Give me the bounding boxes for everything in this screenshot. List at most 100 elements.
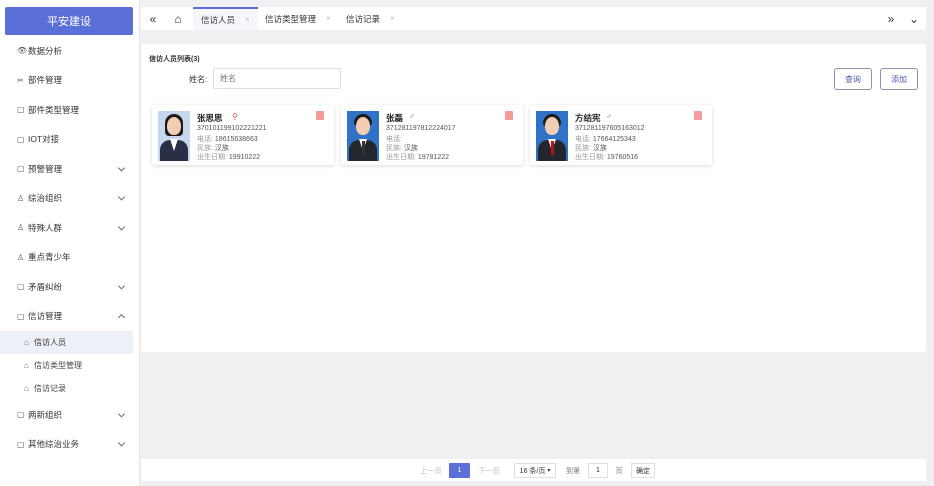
- sidebar-item-label: 特殊人群: [28, 222, 63, 233]
- tab-petition-people[interactable]: 信访人员 ×: [193, 7, 258, 30]
- sidebar-item-data-analysis[interactable]: 👁 数据分析: [0, 36, 133, 66]
- document-icon: ▢: [17, 410, 25, 420]
- person-id: 370101199102221221: [197, 125, 267, 132]
- sidebar-item-petition-management[interactable]: ▢ 信访管理: [0, 302, 133, 332]
- search-icon[interactable]: ⚲: [232, 112, 238, 121]
- sidebar-subitem-label: 信访记录: [34, 384, 66, 393]
- sidebar-item-label: 预警管理: [28, 163, 63, 174]
- goto-page-input[interactable]: 1: [588, 463, 608, 478]
- sidebar-item-disputes[interactable]: ▢ 矛盾纠纷: [0, 272, 133, 302]
- home-icon: ⌂: [24, 338, 29, 347]
- person-birth: 出生日期: 19760516: [575, 154, 639, 161]
- goto-confirm-button[interactable]: 确定: [631, 463, 655, 478]
- tab-label: 信访人员: [201, 14, 236, 25]
- tab-petition-records[interactable]: 信访记录 ×: [346, 7, 395, 30]
- user-icon: ♙: [17, 252, 25, 262]
- sidebar-item-label: 其他综治业务: [28, 439, 80, 450]
- delete-icon[interactable]: [316, 111, 324, 120]
- sidebar-subitem-petition-people[interactable]: ⌂ 信访人员: [0, 331, 133, 354]
- goto-label: 到第: [566, 467, 580, 475]
- gender-male-icon[interactable]: ♂: [409, 112, 415, 121]
- chevron-up-icon: [117, 314, 126, 322]
- eye-icon: 👁: [17, 46, 28, 56]
- chevron-down-icon: [117, 410, 126, 418]
- document-icon: ▢: [17, 439, 25, 449]
- delete-icon[interactable]: [505, 111, 513, 120]
- sidebar-item-label: 部件管理: [28, 75, 63, 86]
- sidebar-item-label: 数据分析: [28, 45, 63, 56]
- tab-label: 信访类型管理: [265, 13, 317, 24]
- chevron-down-icon: ▾: [547, 468, 551, 474]
- sidebar-item-other-business[interactable]: ▢ 其他综治业务: [0, 430, 133, 460]
- prev-page-button[interactable]: 上一页: [417, 463, 445, 478]
- sidebar-item-new-organizations[interactable]: ▢ 两新组织: [0, 400, 133, 430]
- name-search-input[interactable]: [213, 68, 341, 89]
- home-icon: ⌂: [24, 361, 29, 370]
- close-icon[interactable]: ×: [245, 15, 250, 24]
- person-card[interactable]: 张磊 ♂ 371281197812224017 电话: 民族: 汉族 出生日期:…: [341, 105, 523, 165]
- sidebar-item-label: 两新组织: [28, 409, 63, 420]
- sidebar-item-label: 综治组织: [28, 193, 63, 204]
- tab-bar: « ⌂ 信访人员 × 信访类型管理 × 信访记录 × » ⌄: [141, 7, 926, 30]
- sidebar-item-iot[interactable]: ▢ IOT对接: [0, 125, 133, 155]
- document-icon: ▢: [17, 105, 25, 115]
- close-icon[interactable]: ×: [326, 14, 331, 23]
- add-button[interactable]: 添加: [880, 68, 918, 90]
- document-icon: ▢: [17, 282, 25, 292]
- document-icon: ▢: [17, 164, 25, 174]
- pagination: 上一页 1 下一页 16 条/页 ▾ 到第 1 页 确定: [141, 459, 926, 481]
- sidebar: 平安建设 👁 数据分析 ✂ 部件管理 ▢ 部件类型管理 ▢ IOT对接 ▢ 预警…: [0, 0, 140, 486]
- tabs-scroll-left-icon[interactable]: «: [144, 7, 162, 30]
- sidebar-item-alerts[interactable]: ▢ 预警管理: [0, 154, 133, 184]
- document-icon: ▢: [17, 311, 25, 321]
- avatar: [158, 111, 190, 161]
- close-icon[interactable]: ×: [390, 14, 395, 23]
- page-number-current[interactable]: 1: [449, 463, 470, 478]
- gender-male-icon[interactable]: ♂: [606, 112, 612, 121]
- delete-icon[interactable]: [694, 111, 702, 120]
- main-panel: 信访人员列表(3) 姓名: 查询 添加 张思思 ⚲ 37010119910222…: [141, 44, 926, 352]
- avatar: [347, 111, 379, 161]
- person-card[interactable]: 张思思 ⚲ 370101199102221221 电话: 18615638663…: [152, 105, 334, 165]
- chevron-down-icon[interactable]: ⌄: [905, 7, 923, 30]
- sidebar-item-parts[interactable]: ✂ 部件管理: [0, 66, 133, 96]
- chevron-down-icon: [117, 164, 126, 172]
- person-id: 371281197605163012: [575, 125, 645, 132]
- sidebar-item-label: 部件类型管理: [28, 104, 80, 115]
- sidebar-item-label: 矛盾纠纷: [28, 281, 63, 292]
- person-name: 方结宪: [575, 113, 601, 123]
- sidebar-item-special-groups[interactable]: ♙ 特殊人群: [0, 213, 133, 243]
- chevron-down-icon: [117, 223, 126, 231]
- person-birth: 出生日期: 19910222: [197, 154, 261, 161]
- user-icon: ♙: [17, 193, 25, 203]
- person-name: 张思思: [197, 113, 223, 123]
- sidebar-item-label: 信访管理: [28, 311, 63, 322]
- user-icon: ♙: [17, 223, 25, 233]
- person-id: 371281197812224017: [386, 125, 456, 132]
- tab-petition-types[interactable]: 信访类型管理 ×: [265, 7, 331, 30]
- home-icon: ⌂: [24, 384, 29, 393]
- tabs-scroll-right-icon[interactable]: »: [882, 7, 900, 30]
- query-button[interactable]: 查询: [834, 68, 872, 90]
- person-card[interactable]: 方结宪 ♂ 371281197605163012 电话: 17664125343…: [530, 105, 712, 165]
- page-unit-label: 页: [615, 467, 623, 475]
- next-page-button[interactable]: 下一页: [475, 463, 503, 478]
- page-size-select[interactable]: 16 条/页 ▾: [514, 463, 556, 478]
- scissors-icon: ✂: [17, 75, 24, 85]
- sidebar-item-youth[interactable]: ♙ 重点青少年: [0, 243, 133, 273]
- home-icon[interactable]: ⌂: [169, 7, 187, 30]
- sidebar-item-organizations[interactable]: ♙ 综治组织: [0, 184, 133, 214]
- chevron-down-icon: [117, 439, 126, 447]
- sidebar-subitem-label: 信访类型管理: [34, 361, 82, 370]
- brand-logo: 平安建设: [5, 7, 133, 35]
- sidebar-subitem-label: 信访人员: [34, 338, 66, 347]
- name-label: 姓名:: [189, 75, 208, 84]
- sidebar-menu: 👁 数据分析 ✂ 部件管理 ▢ 部件类型管理 ▢ IOT对接 ▢ 预警管理 ♙ …: [0, 36, 133, 459]
- person-name: 张磊: [386, 113, 404, 123]
- sidebar-item-part-types[interactable]: ▢ 部件类型管理: [0, 95, 133, 125]
- chevron-down-icon: [117, 282, 126, 290]
- sidebar-item-label: IOT对接: [28, 134, 60, 145]
- sidebar-subitem-petition-types[interactable]: ⌂ 信访类型管理: [0, 354, 133, 377]
- tab-label: 信访记录: [346, 13, 381, 24]
- sidebar-subitem-petition-records[interactable]: ⌂ 信访记录: [0, 377, 133, 400]
